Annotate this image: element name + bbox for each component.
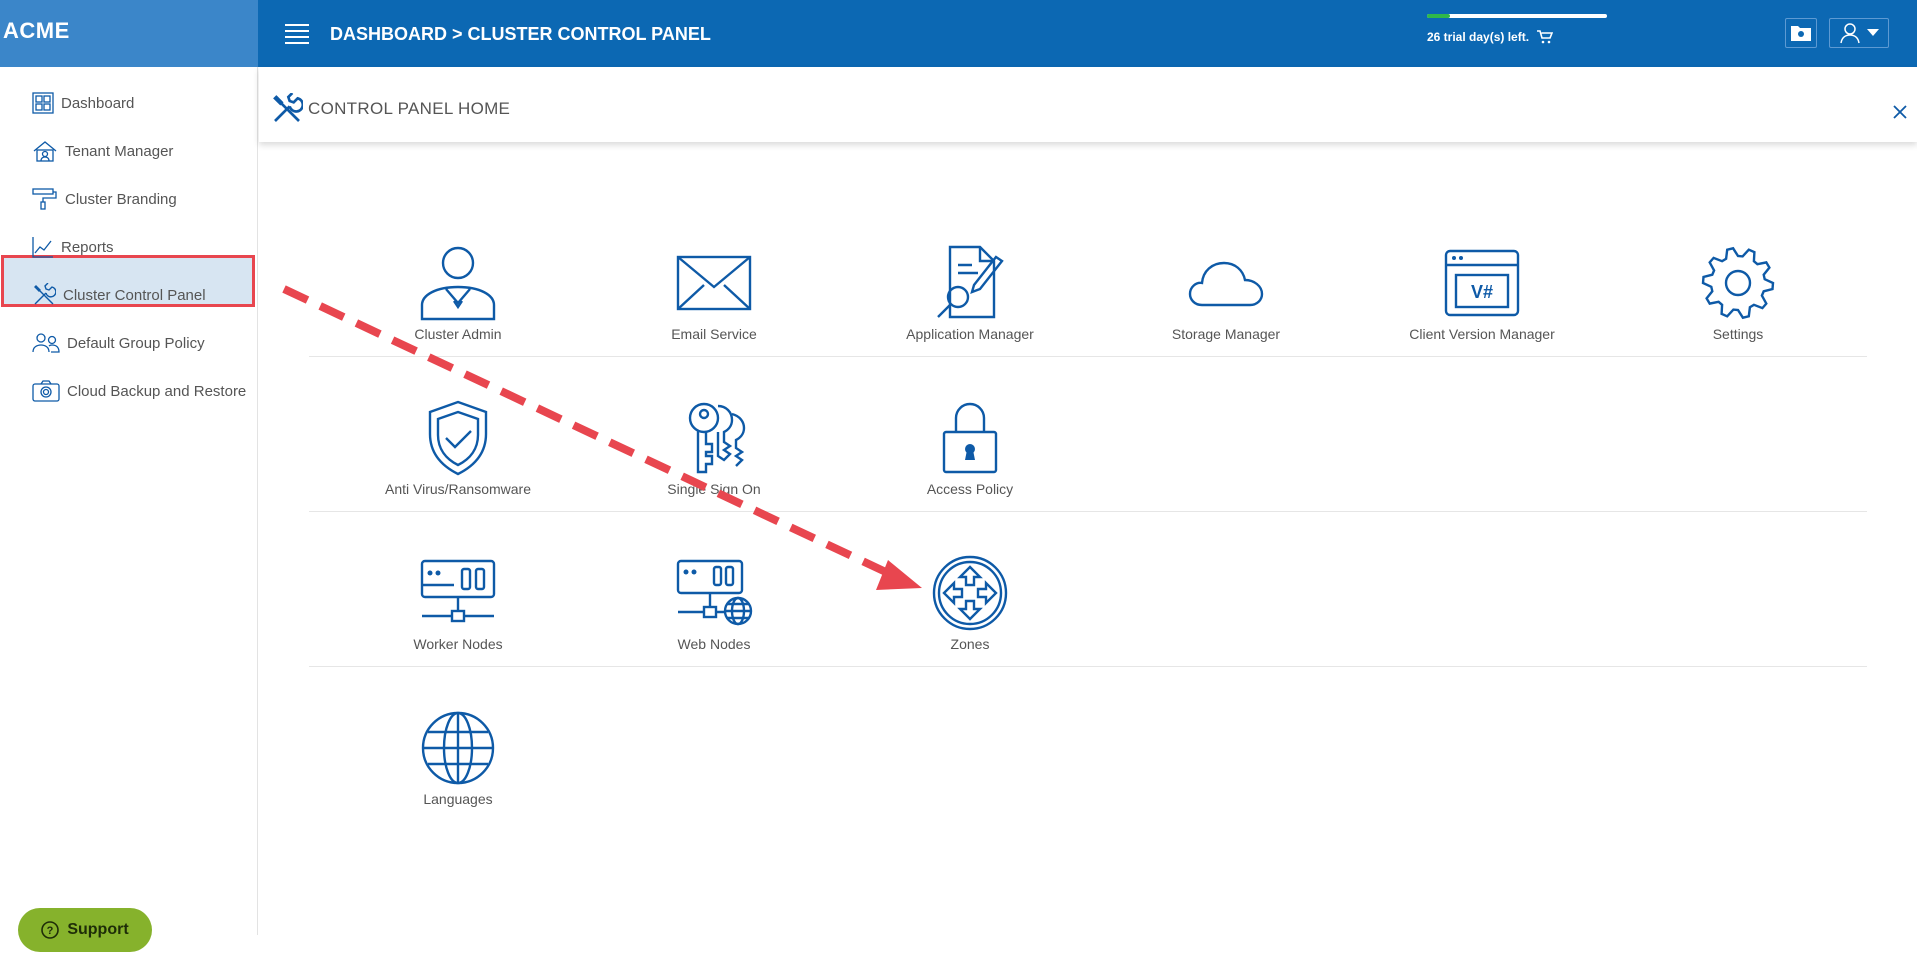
sidebar-item-label: Tenant Manager bbox=[65, 142, 174, 160]
sidebar-item-cluster-branding[interactable]: Cluster Branding bbox=[32, 179, 252, 219]
users-icon bbox=[32, 333, 60, 353]
brand-logo[interactable]: ACME bbox=[0, 0, 258, 67]
svg-text:V#: V# bbox=[1471, 282, 1493, 302]
menu-toggle-icon[interactable] bbox=[285, 24, 309, 44]
gear-hub bbox=[1724, 269, 1752, 297]
user-menu-button[interactable] bbox=[1829, 18, 1889, 48]
trial-days-text: 26 trial day(s) left. bbox=[1427, 30, 1530, 44]
row-divider bbox=[309, 356, 1867, 357]
zones-arrows-icon bbox=[932, 555, 1008, 631]
support-button[interactable]: ? Support bbox=[18, 908, 152, 952]
tile-label: Application Manager bbox=[906, 326, 1034, 342]
tile-languages[interactable]: Languages bbox=[348, 710, 568, 840]
paint-roller-icon bbox=[32, 188, 57, 210]
tile-label: Cluster Admin bbox=[414, 326, 502, 342]
close-icon[interactable] bbox=[1893, 105, 1907, 119]
svg-text:?: ? bbox=[47, 925, 54, 937]
sidebar: Dashboard Tenant Manager Cluster Brandin… bbox=[0, 67, 258, 935]
tile-label: Zones bbox=[950, 636, 990, 652]
help-icon: ? bbox=[41, 921, 60, 939]
sidebar-item-label: Cluster Branding bbox=[65, 190, 177, 208]
sidebar-item-tenant-manager[interactable]: Tenant Manager bbox=[32, 131, 252, 171]
tools-icon bbox=[34, 283, 56, 305]
sidebar-item-label: Cluster Control Panel bbox=[63, 286, 206, 304]
row-divider bbox=[309, 511, 1867, 512]
tile-label: Single Sign On bbox=[667, 481, 761, 497]
globe-icon bbox=[421, 711, 495, 785]
sidebar-item-cloud-backup[interactable]: Cloud Backup and Restore bbox=[32, 371, 252, 411]
chart-icon bbox=[32, 237, 53, 258]
version-window-icon: V# bbox=[1444, 249, 1520, 317]
cart-icon[interactable] bbox=[1537, 30, 1554, 44]
gear-outline bbox=[1701, 246, 1775, 320]
app-manager-icon bbox=[937, 245, 1004, 319]
sidebar-item-reports[interactable]: Reports bbox=[32, 227, 252, 267]
shield-check-icon bbox=[428, 400, 488, 476]
user-icon bbox=[1840, 23, 1860, 44]
breadcrumb: DASHBOARD > CLUSTER CONTROL PANEL bbox=[330, 24, 711, 44]
page-title: CONTROL PANEL HOME bbox=[308, 99, 511, 118]
gear-icon bbox=[1701, 246, 1775, 320]
tile-label: Anti Virus/Ransomware bbox=[384, 481, 532, 497]
lock-icon bbox=[942, 402, 998, 474]
tile-label: Storage Manager bbox=[1171, 326, 1281, 342]
folder-button[interactable] bbox=[1785, 18, 1817, 48]
sidebar-item-cluster-control-panel[interactable]: Cluster Control Panel bbox=[32, 275, 252, 315]
sidebar-item-label: Cloud Backup and Restore bbox=[67, 382, 247, 400]
top-bar: ACME DASHBOARD > CLUSTER CONTROL PANEL 2… bbox=[0, 0, 1917, 67]
sidebar-item-default-group-policy[interactable]: Default Group Policy bbox=[32, 323, 252, 363]
tile-label: Email Service bbox=[671, 326, 757, 342]
sidebar-item-label: Default Group Policy bbox=[67, 334, 205, 352]
tile-label: Worker Nodes bbox=[413, 636, 503, 652]
support-label: Support bbox=[67, 921, 129, 938]
panel-header: CONTROL PANEL HOME bbox=[259, 67, 1917, 142]
sidebar-item-label: Dashboard bbox=[61, 94, 135, 112]
keys-icon bbox=[688, 402, 746, 474]
admin-user-icon bbox=[420, 246, 496, 321]
trial-progress-fill bbox=[1427, 14, 1451, 18]
tile-label: Access Policy bbox=[926, 481, 1014, 497]
folder-icon bbox=[1791, 26, 1811, 41]
tile-label: Languages bbox=[423, 791, 493, 807]
chevron-down-icon bbox=[1867, 29, 1879, 36]
tenant-icon bbox=[33, 141, 57, 162]
tools-icon bbox=[273, 93, 303, 122]
cloud-icon bbox=[1188, 261, 1264, 307]
trial-indicator: 26 trial day(s) left. bbox=[1427, 14, 1607, 44]
row-divider bbox=[309, 666, 1867, 667]
tile-label: Web Nodes bbox=[677, 636, 751, 652]
tile-label: Client Version Manager bbox=[1409, 326, 1555, 342]
tile-label: Settings bbox=[1712, 326, 1764, 342]
sidebar-item-label: Reports bbox=[61, 238, 114, 256]
server-icon bbox=[420, 559, 496, 623]
dashboard-icon bbox=[32, 92, 54, 114]
envelope-icon bbox=[676, 255, 752, 311]
sidebar-item-dashboard[interactable]: Dashboard bbox=[32, 83, 252, 123]
web-server-icon bbox=[676, 559, 753, 626]
trial-progress-bar bbox=[1427, 14, 1607, 18]
camera-icon bbox=[32, 380, 60, 402]
